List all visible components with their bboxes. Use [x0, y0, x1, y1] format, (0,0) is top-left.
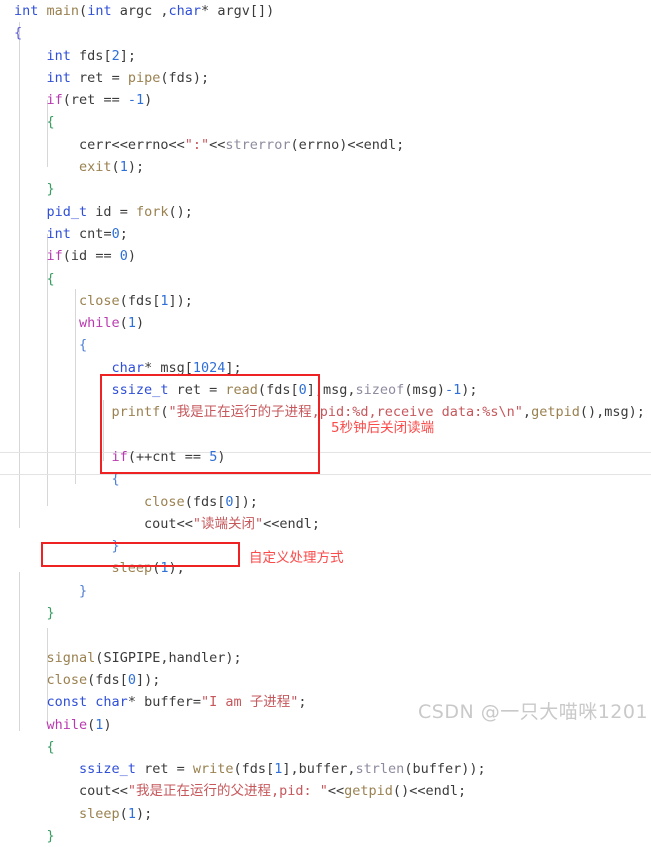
code-line[interactable]: signal(SIGPIPE,handler);: [0, 647, 651, 669]
code-line[interactable]: if(ret == -1): [0, 89, 651, 111]
code-line[interactable]: if(id == 0): [0, 245, 651, 267]
code-line[interactable]: close(fds[1]);: [0, 290, 651, 312]
code-line[interactable]: cout<<"我是正在运行的父进程,pid: "<<getpid()<<endl…: [0, 780, 651, 802]
code-line[interactable]: [0, 424, 651, 446]
code-line[interactable]: printf("我是正在运行的子进程,pid:%d,receive data:%…: [0, 401, 651, 423]
code-line[interactable]: int fds[2];: [0, 45, 651, 67]
code-line[interactable]: int main(int argc ,char* argv[]): [0, 0, 651, 22]
code-line[interactable]: close(fds[0]);: [0, 669, 651, 691]
code-line[interactable]: {: [0, 334, 651, 356]
code-line[interactable]: }: [0, 825, 651, 847]
code-line[interactable]: char* msg[1024];: [0, 357, 651, 379]
code-line[interactable]: {: [0, 736, 651, 758]
code-line[interactable]: pid_t id = fork();: [0, 201, 651, 223]
code-line[interactable]: [0, 624, 651, 646]
code-line[interactable]: int ret = pipe(fds);: [0, 67, 651, 89]
csdn-watermark: CSDN @一只大喵咪1201: [418, 701, 649, 723]
code-line[interactable]: {: [0, 268, 651, 290]
code-line[interactable]: sleep(1);: [0, 803, 651, 825]
code-line[interactable]: }: [0, 602, 651, 624]
code-line[interactable]: cout<<"读端关闭"<<endl;: [0, 513, 651, 535]
code-line[interactable]: close(fds[0]);: [0, 491, 651, 513]
code-line[interactable]: {: [0, 468, 651, 490]
highlight-box-signal-call: [41, 542, 240, 567]
code-line[interactable]: exit(1);: [0, 156, 651, 178]
code-line[interactable]: {: [0, 22, 651, 44]
highlight-box-close-read-end: [100, 374, 320, 474]
annotation-custom-handler: 自定义处理方式: [249, 550, 344, 566]
code-line[interactable]: int cnt=0;: [0, 223, 651, 245]
code-line[interactable]: ssize_t ret = read(fds[0],msg,sizeof(msg…: [0, 379, 651, 401]
code-line[interactable]: }: [0, 580, 651, 602]
code-line[interactable]: while(1): [0, 312, 651, 334]
annotation-close-read-end: 5秒钟后关闭读端: [331, 420, 435, 436]
code-line[interactable]: ssize_t ret = write(fds[1],buffer,strlen…: [0, 758, 651, 780]
code-line[interactable]: cerr<<errno<<":"<<strerror(errno)<<endl;: [0, 134, 651, 156]
code-line[interactable]: if(++cnt == 5): [0, 446, 651, 468]
code-line[interactable]: }: [0, 178, 651, 200]
code-line[interactable]: {: [0, 111, 651, 133]
code-editor-screenshot: int main(int argc ,char* argv[]){ int fd…: [0, 0, 651, 844]
